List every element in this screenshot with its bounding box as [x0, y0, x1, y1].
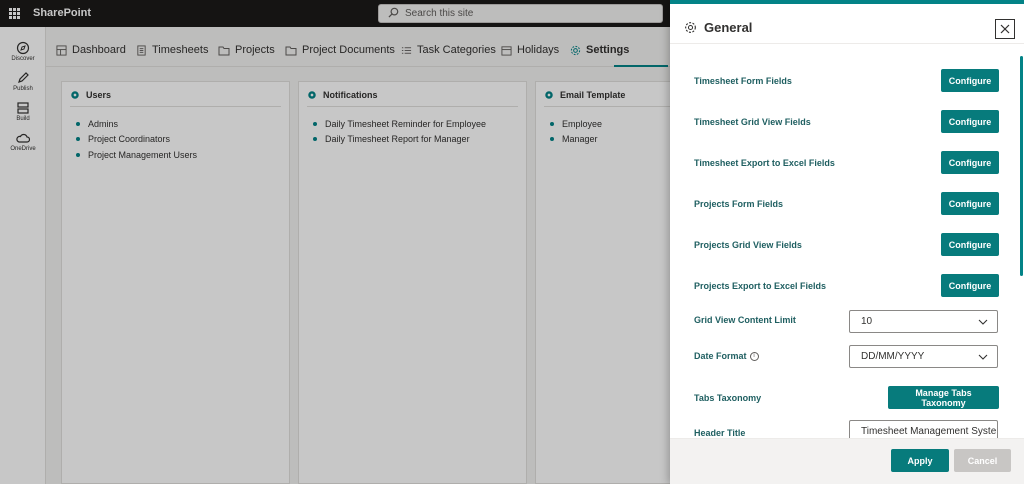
configure-timesheet-grid-view-fields-button[interactable]: Configure: [941, 110, 999, 133]
chevron-down-icon: [978, 319, 988, 325]
projects-export-fields-label: Projects Export to Excel Fields: [694, 281, 827, 291]
general-settings-panel: General Timesheet Form Fields Configure …: [670, 0, 1024, 484]
configure-timesheet-form-fields-button[interactable]: Configure: [941, 69, 999, 92]
date-format-label: Date Format i: [694, 351, 759, 362]
panel-title: General: [704, 20, 753, 35]
configure-projects-export-fields-button[interactable]: Configure: [941, 274, 999, 297]
cancel-button[interactable]: Cancel: [954, 449, 1011, 472]
timesheet-form-fields-label: Timesheet Form Fields: [694, 76, 792, 86]
configure-projects-form-fields-button[interactable]: Configure: [941, 192, 999, 215]
timesheet-grid-view-fields-label: Timesheet Grid View Fields: [694, 117, 811, 127]
chevron-down-icon: [978, 354, 988, 360]
gear-icon: [685, 22, 696, 33]
modal-overlay[interactable]: [0, 0, 670, 484]
panel-body[interactable]: Timesheet Form Fields Configure Timeshee…: [670, 44, 1024, 438]
configure-projects-grid-view-fields-button[interactable]: Configure: [941, 233, 999, 256]
projects-grid-view-fields-label: Projects Grid View Fields: [694, 240, 802, 250]
grid-view-content-limit-dropdown[interactable]: 10: [849, 310, 998, 333]
apply-button[interactable]: Apply: [891, 449, 949, 472]
panel-footer: Apply Cancel: [670, 438, 1024, 484]
close-icon: [1000, 24, 1010, 34]
projects-form-fields-label: Projects Form Fields: [694, 199, 784, 209]
timesheet-export-fields-label: Timesheet Export to Excel Fields: [694, 158, 835, 168]
tabs-taxonomy-label: Tabs Taxonomy: [694, 393, 762, 403]
manage-tabs-taxonomy-button[interactable]: Manage Tabs Taxonomy: [888, 386, 999, 409]
header-title-label: Header Title: [694, 428, 746, 438]
info-icon[interactable]: i: [749, 352, 759, 362]
panel-scrollbar[interactable]: [1020, 56, 1023, 276]
panel-header: General: [670, 4, 1024, 44]
date-format-dropdown[interactable]: DD/MM/YYYY: [849, 345, 998, 368]
grid-view-content-limit-label: Grid View Content Limit: [694, 315, 796, 325]
header-title-input[interactable]: Timesheet Management Syste: [849, 420, 998, 438]
configure-timesheet-export-fields-button[interactable]: Configure: [941, 151, 999, 174]
close-button[interactable]: [995, 19, 1015, 39]
